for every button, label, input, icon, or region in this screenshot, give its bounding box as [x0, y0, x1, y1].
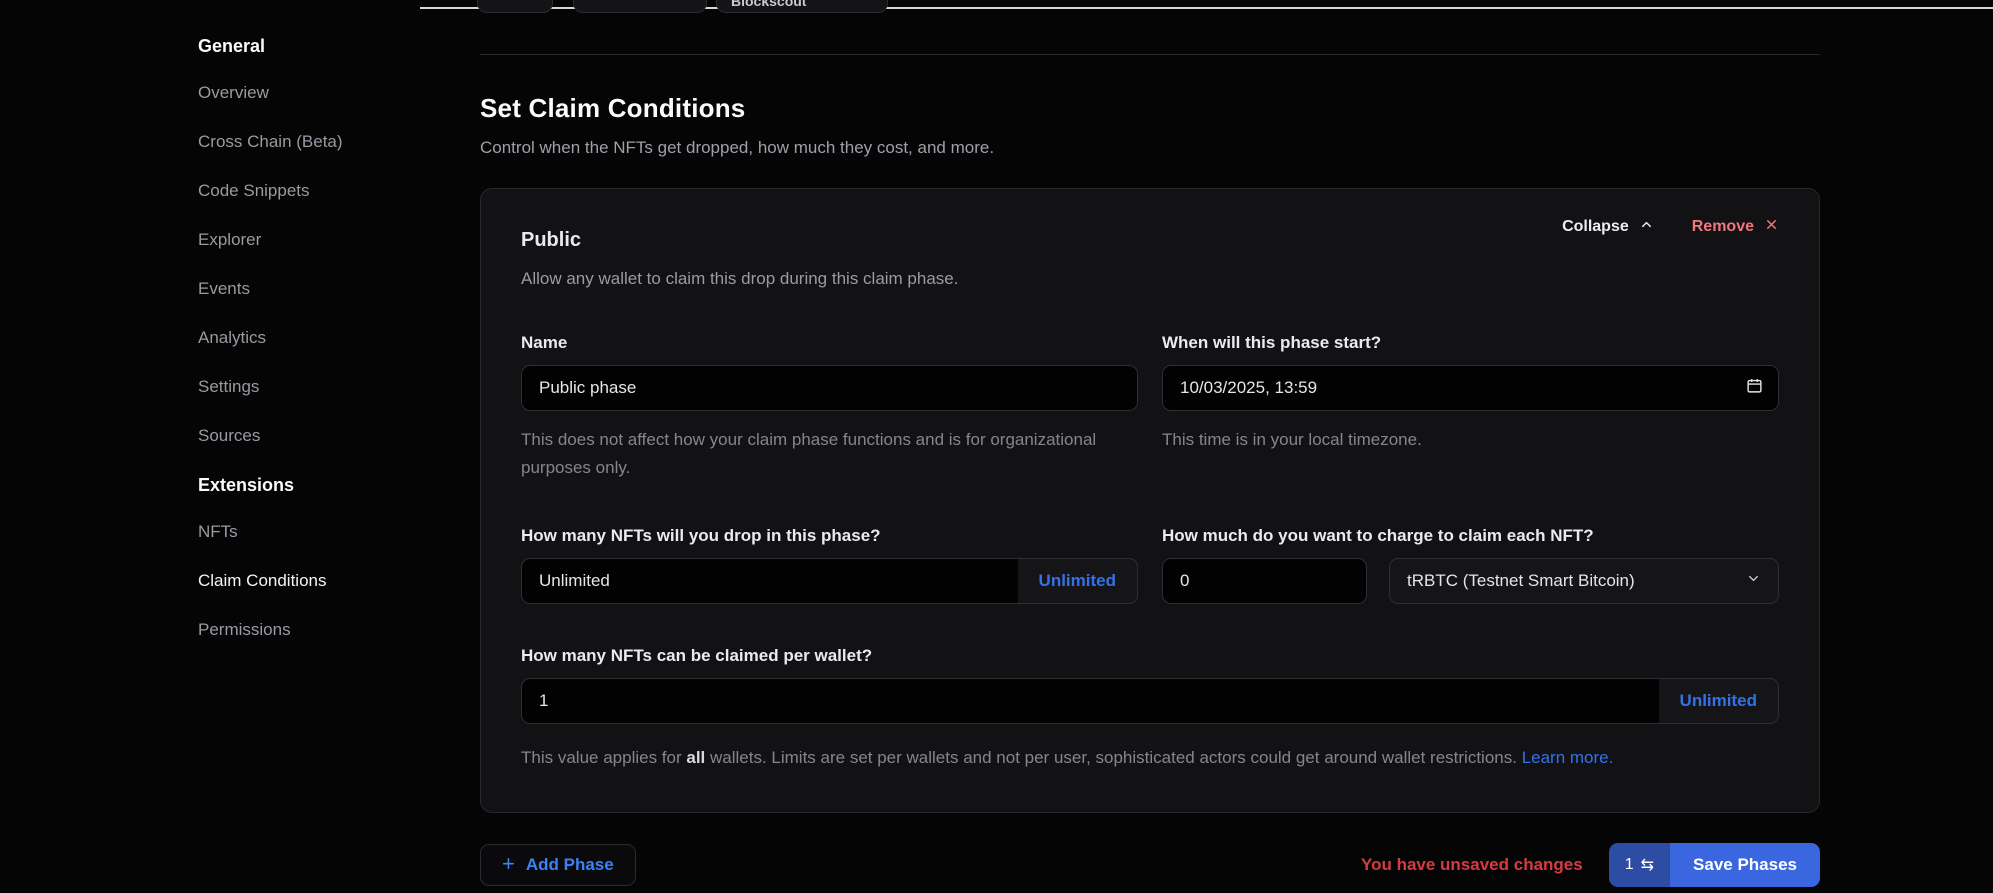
- timezone-helper-text: This time is in your local timezone.: [1162, 426, 1762, 454]
- per-wallet-field-group: How many NFTs can be claimed per wallet?…: [521, 646, 1779, 772]
- supply-unlimited-button[interactable]: Unlimited: [1018, 559, 1137, 603]
- phase-start-datetime-input[interactable]: [1162, 365, 1779, 411]
- per-wallet-unlimited-button[interactable]: Unlimited: [1659, 679, 1778, 723]
- sidebar-item-claim-conditions[interactable]: Claim Conditions: [198, 571, 438, 591]
- supply-field-group: How many NFTs will you drop in this phas…: [521, 526, 1138, 604]
- sidebar-item-settings[interactable]: Settings: [198, 377, 438, 397]
- sidebar-section-title: Extensions: [198, 475, 438, 496]
- contract-sidebar: General Overview Cross Chain (Beta) Code…: [198, 36, 438, 669]
- start-label: When will this phase start?: [1162, 333, 1779, 353]
- sidebar-section-general: General Overview Cross Chain (Beta) Code…: [198, 36, 438, 446]
- add-phase-button[interactable]: + Add Phase: [480, 844, 636, 886]
- sidebar-item-analytics[interactable]: Analytics: [198, 328, 438, 348]
- name-label: Name: [521, 333, 1138, 353]
- supply-input[interactable]: [522, 559, 1018, 603]
- sidebar-item-permissions[interactable]: Permissions: [198, 620, 438, 640]
- helper-bold: all: [686, 748, 705, 767]
- header-divider: [480, 54, 1820, 55]
- collapse-label: Collapse: [1562, 218, 1629, 236]
- sidebar-item-events[interactable]: Events: [198, 279, 438, 299]
- close-icon: [1764, 217, 1779, 237]
- remove-label: Remove: [1692, 218, 1754, 236]
- page-subtitle: Control when the NFTs get dropped, how m…: [480, 138, 1820, 158]
- price-field-group: How much do you want to charge to claim …: [1162, 526, 1779, 604]
- contract-address-button[interactable]: 0xEdBe...F38e9: [573, 0, 707, 13]
- phase-description: Allow any wallet to claim this drop duri…: [521, 269, 1779, 289]
- claim-tab-pill[interactable]: [477, 0, 553, 13]
- calendar-icon[interactable]: [1746, 377, 1763, 399]
- phase-name-input[interactable]: [521, 365, 1138, 411]
- price-label: How much do you want to charge to claim …: [1162, 526, 1779, 546]
- phases-footer: + Add Phase You have unsaved changes 1 ⇆…: [480, 843, 1820, 887]
- supply-input-group: Unlimited: [521, 558, 1138, 604]
- per-wallet-label: How many NFTs can be claimed per wallet?: [521, 646, 1779, 666]
- phase-card-actions: Collapse Remove: [1562, 217, 1779, 237]
- page-title: Set Claim Conditions: [480, 93, 1820, 124]
- remove-phase-button[interactable]: Remove: [1692, 217, 1779, 237]
- per-wallet-input[interactable]: [522, 679, 1659, 723]
- price-controls: tRBTC (Testnet Smart Bitcoin): [1162, 558, 1779, 604]
- save-split-button: 1 ⇆ Save Phases: [1609, 843, 1820, 887]
- helper-suffix: wallets. Limits are set per wallets and …: [705, 748, 1521, 767]
- tx-count: 1: [1625, 856, 1634, 874]
- sidebar-section-title: General: [198, 36, 438, 57]
- chevron-up-icon: [1639, 217, 1654, 237]
- price-amount-input[interactable]: [1162, 558, 1367, 604]
- contract-address-label: 0xEdBe...F38e9: [599, 0, 702, 1]
- phase-form-row-2: How many NFTs will you drop in this phas…: [521, 526, 1779, 604]
- explorer-name-label: Rootstock Blockscout: [731, 0, 852, 9]
- sidebar-item-sources[interactable]: Sources: [198, 426, 438, 446]
- name-helper-text: This does not affect how your claim phas…: [521, 426, 1121, 482]
- currency-select[interactable]: tRBTC (Testnet Smart Bitcoin): [1389, 558, 1779, 604]
- sidebar-item-nfts[interactable]: NFTs: [198, 522, 438, 542]
- currency-selected-value: tRBTC (Testnet Smart Bitcoin): [1407, 571, 1635, 591]
- collapse-phase-button[interactable]: Collapse: [1562, 217, 1654, 237]
- add-phase-label: Add Phase: [526, 855, 614, 875]
- helper-prefix: This value applies for: [521, 748, 686, 767]
- plus-icon: +: [502, 853, 515, 875]
- sidebar-item-explorer[interactable]: Explorer: [198, 230, 438, 250]
- sidebar-item-code-snippets[interactable]: Code Snippets: [198, 181, 438, 201]
- start-field-group: When will this phase start? This time is…: [1162, 333, 1779, 482]
- supply-label: How many NFTs will you drop in this phas…: [521, 526, 1138, 546]
- per-wallet-helper-text: This value applies for all wallets. Limi…: [521, 744, 1779, 772]
- sidebar-section-extensions: Extensions NFTs Claim Conditions Permiss…: [198, 475, 438, 640]
- phase-form-row-1: Name This does not affect how your claim…: [521, 333, 1779, 482]
- claim-conditions-page: Set Claim Conditions Control when the NF…: [480, 0, 1820, 887]
- phase-form-row-3: How many NFTs can be claimed per wallet?…: [521, 646, 1779, 772]
- per-wallet-input-group: Unlimited: [521, 678, 1779, 724]
- save-cluster: You have unsaved changes 1 ⇆ Save Phases: [1361, 843, 1820, 887]
- sidebar-item-overview[interactable]: Overview: [198, 83, 438, 103]
- datetime-value[interactable]: [1162, 365, 1779, 411]
- claim-phase-card: Collapse Remove Public Allow any wallet …: [480, 188, 1820, 813]
- transaction-count-button[interactable]: 1 ⇆: [1609, 843, 1670, 887]
- unsaved-changes-text: You have unsaved changes: [1361, 855, 1583, 875]
- save-phases-button[interactable]: Save Phases: [1670, 843, 1820, 887]
- name-field-group: Name This does not affect how your claim…: [521, 333, 1138, 482]
- swap-arrows-icon: ⇆: [1641, 855, 1654, 875]
- chevron-down-icon: [1746, 571, 1761, 591]
- copy-icon: [578, 0, 591, 1]
- external-link-icon: [860, 0, 873, 1]
- block-explorer-button[interactable]: Rootstock Blockscout: [716, 0, 888, 13]
- sidebar-item-cross-chain[interactable]: Cross Chain (Beta): [198, 132, 438, 152]
- learn-more-link[interactable]: Learn more.: [1522, 748, 1614, 767]
